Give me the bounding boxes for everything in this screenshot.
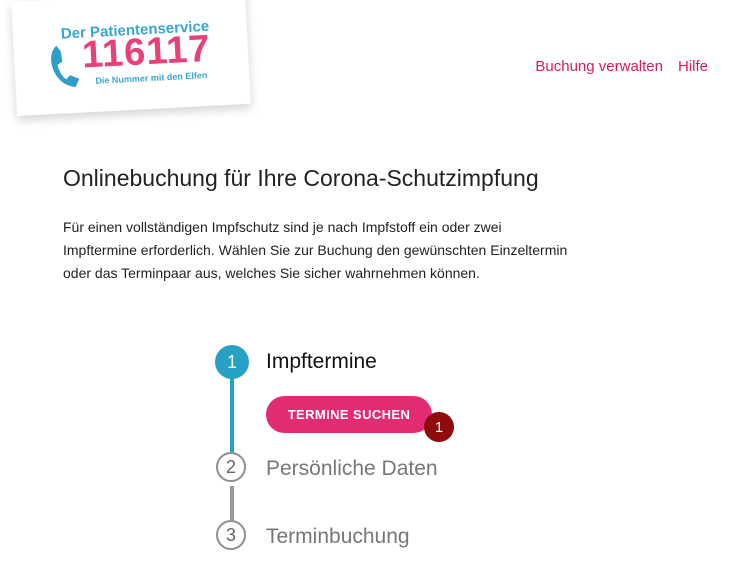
search-appointments-button[interactable]: TERMINE SUCHEN [266, 396, 432, 433]
step-1-label: Impftermine [266, 350, 377, 373]
manage-booking-link[interactable]: Buchung verwalten [535, 58, 663, 75]
page-title: Onlinebuchung für Ihre Corona-Schutzimpf… [63, 165, 539, 191]
step-2-indicator: 2 [216, 452, 246, 482]
step-3-label: Terminbuchung [266, 525, 410, 548]
notification-badge: 1 [424, 412, 454, 442]
top-nav: Buchung verwalten Hilfe [535, 58, 708, 75]
help-link[interactable]: Hilfe [678, 58, 708, 75]
phone-icon [51, 45, 80, 87]
step-1-indicator: 1 [215, 345, 249, 379]
intro-text: Für einen vollständigen Impfschutz sind … [63, 216, 663, 285]
step-3-indicator: 3 [216, 520, 246, 550]
step-connector-active [230, 376, 234, 452]
intro-line: oder das Terminpaar aus, welches Sie sic… [63, 265, 480, 281]
logo[interactable]: Der Patientenservice 116117 Die Nummer m… [11, 0, 251, 117]
step-connector-inactive [230, 486, 234, 520]
intro-line: Für einen vollständigen Impfschutz sind … [63, 219, 502, 235]
intro-line: Impftermine erforderlich. Wählen Sie zur… [63, 242, 568, 258]
step-2-label: Persönliche Daten [266, 457, 438, 480]
